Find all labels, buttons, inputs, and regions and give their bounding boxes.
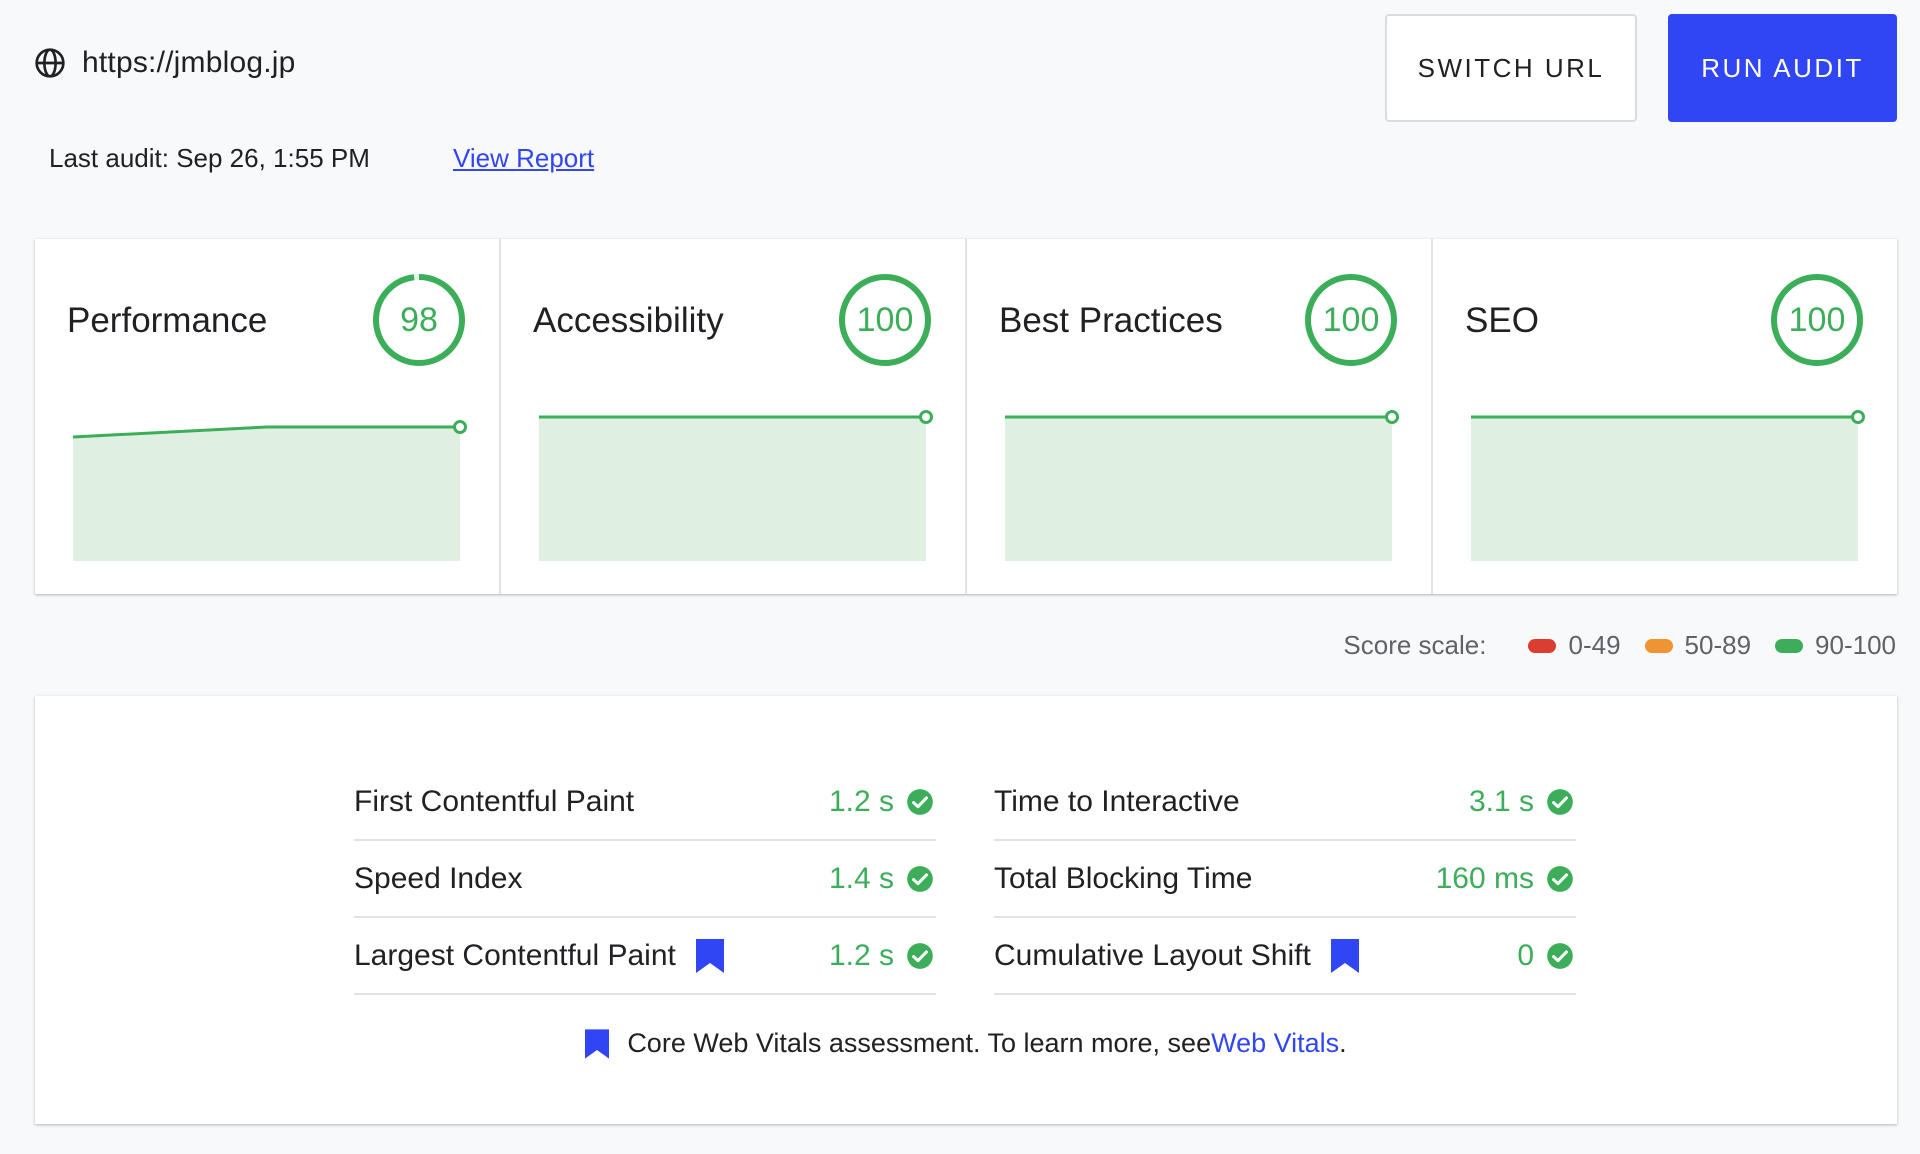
check-circle-icon bbox=[906, 865, 934, 893]
core-web-vitals-footnote: Core Web Vitals assessment. To learn mor… bbox=[35, 1028, 1897, 1059]
score-gauge: 100 bbox=[837, 272, 933, 368]
metric-row-total-blocking-time: Total Blocking Time 160 ms bbox=[994, 841, 1576, 918]
metrics-column-left: First Contentful Paint 1.2 s Speed Index… bbox=[354, 764, 936, 995]
metric-row-cumulative-layout-shift: Cumulative Layout Shift 0 bbox=[994, 918, 1576, 995]
metric-name: Total Blocking Time bbox=[994, 861, 1253, 895]
metric-name: Speed Index bbox=[354, 861, 523, 895]
score-history-chart bbox=[1005, 409, 1400, 561]
footnote-period: . bbox=[1339, 1028, 1347, 1058]
score-gauge: 100 bbox=[1769, 272, 1865, 368]
score-scale-pill bbox=[1775, 638, 1804, 653]
check-circle-icon bbox=[1546, 942, 1574, 970]
score-scale-item: 0-49 bbox=[1528, 630, 1621, 661]
category-card-seo[interactable]: SEO 100 bbox=[1433, 239, 1897, 594]
web-vitals-link[interactable]: Web Vitals bbox=[1211, 1028, 1339, 1059]
metric-value: 3.1 s bbox=[1468, 784, 1534, 818]
score-gauge: 98 bbox=[371, 272, 467, 368]
check-circle-icon bbox=[906, 942, 934, 970]
metric-row-time-to-interactive: Time to Interactive 3.1 s bbox=[994, 764, 1576, 841]
score-scale-range: 50-89 bbox=[1684, 630, 1752, 660]
score-scale-pill bbox=[1528, 638, 1557, 653]
history-area bbox=[539, 417, 926, 561]
score-scale-item: 50-89 bbox=[1644, 630, 1752, 661]
bookmark-icon bbox=[695, 938, 724, 973]
score-value: 100 bbox=[1322, 300, 1380, 339]
bookmark-icon bbox=[1330, 938, 1359, 973]
metrics-column-right: Time to Interactive 3.1 s Total Blocking… bbox=[994, 764, 1576, 995]
metric-row-first-contentful-paint: First Contentful Paint 1.2 s bbox=[354, 764, 936, 841]
view-report-link[interactable]: View Report bbox=[453, 143, 594, 174]
history-point-latest bbox=[1385, 410, 1399, 424]
metric-name: Largest Contentful Paint bbox=[354, 938, 676, 972]
category-card-performance[interactable]: Performance 98 bbox=[35, 239, 501, 594]
score-scale-label: Score scale: bbox=[1343, 630, 1487, 660]
score-value: 98 bbox=[400, 300, 438, 339]
metric-name: Time to Interactive bbox=[994, 784, 1240, 818]
history-point-latest bbox=[453, 420, 467, 434]
category-card-accessibility[interactable]: Accessibility 100 bbox=[501, 239, 967, 594]
metric-value: 1.4 s bbox=[828, 861, 894, 895]
metric-value: 0 bbox=[1517, 938, 1534, 972]
history-point-latest bbox=[919, 410, 933, 424]
category-title: SEO bbox=[1465, 301, 1539, 340]
metric-name: Cumulative Layout Shift bbox=[994, 938, 1311, 972]
score-scale-item: 90-100 bbox=[1775, 630, 1896, 661]
url-row: https://jmblog.jp bbox=[34, 46, 296, 80]
metric-value: 1.2 s bbox=[828, 784, 894, 818]
metric-row-largest-contentful-paint: Largest Contentful Paint 1.2 s bbox=[354, 918, 936, 995]
category-cards: Performance 98 Accessibility 100 Best Pr… bbox=[35, 239, 1897, 594]
check-circle-icon bbox=[1546, 865, 1574, 893]
metrics-panel: First Contentful Paint 1.2 s Speed Index… bbox=[35, 696, 1897, 1124]
metric-name: First Contentful Paint bbox=[354, 784, 635, 818]
score-scale-range: 0-49 bbox=[1568, 630, 1621, 660]
history-area bbox=[1471, 417, 1858, 561]
bookmark-icon bbox=[585, 1028, 610, 1059]
score-value: 100 bbox=[1788, 300, 1846, 339]
score-scale-range: 90-100 bbox=[1815, 630, 1896, 660]
footnote-text: Core Web Vitals assessment. To learn mor… bbox=[627, 1028, 1212, 1058]
history-area bbox=[73, 427, 460, 561]
history-area bbox=[1005, 417, 1392, 561]
score-scale-pill bbox=[1644, 638, 1673, 653]
history-point-latest bbox=[1851, 410, 1865, 424]
switch-url-button[interactable]: SWITCH URL bbox=[1385, 14, 1637, 122]
score-scale-legend: Score scale: 0-49 50-89 90-100 bbox=[1343, 630, 1896, 661]
run-audit-button[interactable]: RUN AUDIT bbox=[1668, 14, 1897, 122]
site-url: https://jmblog.jp bbox=[82, 46, 296, 79]
score-value: 100 bbox=[856, 300, 914, 339]
check-circle-icon bbox=[1546, 788, 1574, 816]
metric-value: 1.2 s bbox=[828, 938, 894, 972]
score-history-chart bbox=[539, 409, 934, 561]
score-history-chart bbox=[1471, 409, 1866, 561]
category-title: Accessibility bbox=[533, 301, 724, 340]
category-card-best-practices[interactable]: Best Practices 100 bbox=[967, 239, 1433, 594]
last-audit-row: Last audit: Sep 26, 1:55 PM View Report bbox=[49, 143, 594, 174]
metric-row-speed-index: Speed Index 1.4 s bbox=[354, 841, 936, 918]
category-title: Best Practices bbox=[999, 301, 1223, 340]
category-title: Performance bbox=[67, 301, 268, 340]
score-gauge: 100 bbox=[1303, 272, 1399, 368]
last-audit-text: Last audit: Sep 26, 1:55 PM bbox=[49, 143, 370, 173]
score-history-chart bbox=[72, 409, 468, 561]
metric-value: 160 ms bbox=[1435, 861, 1534, 895]
globe-icon bbox=[35, 48, 65, 78]
check-circle-icon bbox=[906, 788, 934, 816]
